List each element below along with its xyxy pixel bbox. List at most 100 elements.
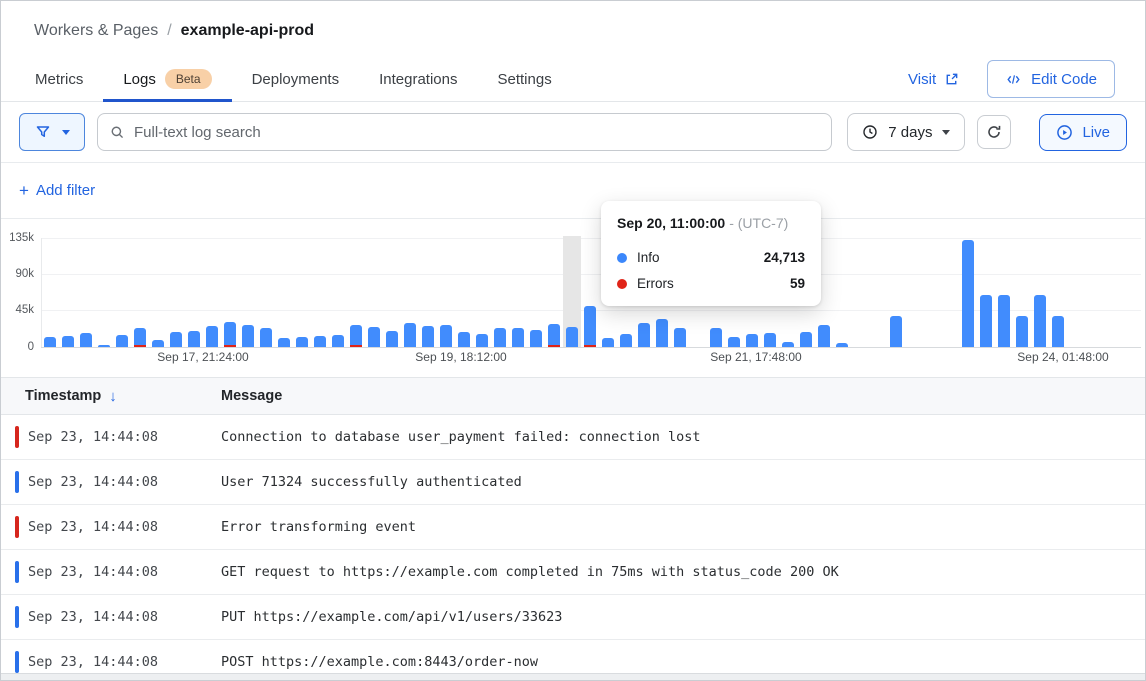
- chart-bar[interactable]: [728, 337, 740, 347]
- clock-icon: [862, 124, 878, 140]
- log-message: GET request to https://example.com compl…: [221, 564, 839, 580]
- chart-bar[interactable]: [80, 333, 92, 347]
- chart-bar[interactable]: [566, 327, 578, 347]
- chart-bar[interactable]: [1034, 295, 1046, 347]
- chart-bar[interactable]: [674, 328, 686, 347]
- visit-link[interactable]: Visit: [908, 71, 959, 88]
- chart-bar[interactable]: [890, 316, 902, 347]
- y-tick: 0: [1, 340, 34, 354]
- chart-bar[interactable]: [800, 332, 812, 347]
- table-bottom-strip: [1, 673, 1145, 680]
- chart-bar[interactable]: [584, 306, 596, 347]
- tab-actions: Visit Edit Code: [908, 57, 1131, 101]
- tab-integrations[interactable]: Integrations: [359, 57, 477, 101]
- chart-bar-error-segment: [224, 345, 236, 347]
- chart-bar[interactable]: [332, 335, 344, 347]
- log-row[interactable]: Sep 23, 14:44:08 Error transforming even…: [1, 505, 1145, 550]
- tab-deployments[interactable]: Deployments: [232, 57, 360, 101]
- chart-bar[interactable]: [386, 331, 398, 347]
- arrow-down-icon: ↓: [109, 388, 117, 405]
- tab-logs[interactable]: Logs Beta: [103, 57, 231, 101]
- chart-bar[interactable]: [710, 328, 722, 347]
- log-row[interactable]: Sep 23, 14:44:08 Connection to database …: [1, 415, 1145, 460]
- log-row[interactable]: Sep 23, 14:44:08 User 71324 successfully…: [1, 460, 1145, 505]
- chart-bar[interactable]: [998, 295, 1010, 347]
- x-axis-line: [41, 347, 1141, 348]
- visit-label: Visit: [908, 71, 936, 88]
- log-timestamp: Sep 23, 14:44:08: [28, 519, 221, 535]
- log-message: POST https://example.com:8443/order-now: [221, 654, 538, 670]
- chart-bar[interactable]: [440, 325, 452, 347]
- tab-label: Logs: [123, 71, 156, 88]
- chart-bar[interactable]: [422, 326, 434, 347]
- workers-logs-page: Workers & Pages / example-api-prod Metri…: [0, 0, 1146, 681]
- log-message: Error transforming event: [221, 519, 416, 535]
- add-filter-row: + Add filter: [1, 163, 1145, 219]
- log-row[interactable]: Sep 23, 14:44:08 GET request to https://…: [1, 550, 1145, 595]
- chart-bar[interactable]: [98, 345, 110, 347]
- chart-bar[interactable]: [152, 340, 164, 347]
- chart-bar[interactable]: [638, 323, 650, 347]
- chart-bar[interactable]: [242, 325, 254, 347]
- chart-bar-error-segment: [548, 345, 560, 347]
- chart-bar[interactable]: [476, 334, 488, 347]
- chart-bar[interactable]: [224, 322, 236, 347]
- chart-bar[interactable]: [278, 338, 290, 347]
- chart-bar[interactable]: [548, 324, 560, 347]
- time-range-dropdown[interactable]: 7 days: [847, 113, 965, 151]
- chart-bar[interactable]: [980, 295, 992, 347]
- chart-bar[interactable]: [116, 335, 128, 347]
- live-label: Live: [1082, 124, 1110, 141]
- chart-bar[interactable]: [368, 327, 380, 347]
- table-header: Timestamp ↓ Message: [1, 378, 1145, 415]
- chart-bar[interactable]: [656, 319, 668, 347]
- chart-bar[interactable]: [782, 342, 794, 347]
- chart-bars: [41, 219, 1143, 347]
- column-header-timestamp[interactable]: Timestamp ↓: [25, 388, 221, 405]
- add-filter-link[interactable]: + Add filter: [19, 182, 95, 199]
- log-row[interactable]: Sep 23, 14:44:08 PUT https://example.com…: [1, 595, 1145, 640]
- chart-bar[interactable]: [746, 334, 758, 347]
- filter-dropdown-button[interactable]: [19, 113, 85, 151]
- refresh-button[interactable]: [977, 115, 1011, 149]
- chart-bar[interactable]: [458, 332, 470, 347]
- tab-bar: Metrics Logs Beta Deployments Integratio…: [1, 57, 1145, 102]
- chart-bar-error-segment: [584, 345, 596, 347]
- search-input[interactable]: [134, 124, 819, 141]
- chart-bar[interactable]: [1052, 316, 1064, 347]
- beta-badge: Beta: [165, 69, 212, 89]
- chart-bar[interactable]: [764, 333, 776, 347]
- chart-bar[interactable]: [296, 337, 308, 347]
- chart-bar[interactable]: [620, 334, 632, 347]
- chart-bar[interactable]: [1016, 316, 1028, 347]
- chart-bar[interactable]: [206, 326, 218, 347]
- chart-bar[interactable]: [44, 337, 56, 347]
- breadcrumb-workers-pages-link[interactable]: Workers & Pages: [34, 22, 158, 40]
- chart-bar[interactable]: [260, 328, 272, 347]
- breadcrumb: Workers & Pages / example-api-prod: [1, 1, 1145, 57]
- chart-bar[interactable]: [314, 336, 326, 347]
- y-tick: 45k: [1, 303, 34, 317]
- chart-bar[interactable]: [494, 328, 506, 347]
- chart-bar[interactable]: [512, 328, 524, 347]
- tooltip-series-value: 59: [790, 276, 805, 291]
- tooltip-timestamp: Sep 20, 11:00:00: [617, 215, 725, 231]
- chart-bar[interactable]: [962, 240, 974, 347]
- tab-settings[interactable]: Settings: [478, 57, 572, 101]
- tab-metrics[interactable]: Metrics: [15, 57, 103, 101]
- chart-bar[interactable]: [836, 343, 848, 347]
- chart-bar[interactable]: [170, 332, 182, 347]
- live-button[interactable]: Live: [1039, 114, 1127, 151]
- chart-bar[interactable]: [62, 336, 74, 347]
- severity-indicator: [15, 606, 19, 628]
- chart-bar[interactable]: [818, 325, 830, 347]
- chart-bar[interactable]: [134, 328, 146, 347]
- plus-icon: +: [19, 182, 29, 199]
- chart-bar[interactable]: [188, 331, 200, 347]
- chart-bar[interactable]: [404, 323, 416, 347]
- chart-bar[interactable]: [602, 338, 614, 347]
- edit-code-button[interactable]: Edit Code: [987, 60, 1115, 98]
- tab-label: Settings: [498, 71, 552, 88]
- chart-bar[interactable]: [350, 325, 362, 347]
- chart-bar[interactable]: [530, 330, 542, 347]
